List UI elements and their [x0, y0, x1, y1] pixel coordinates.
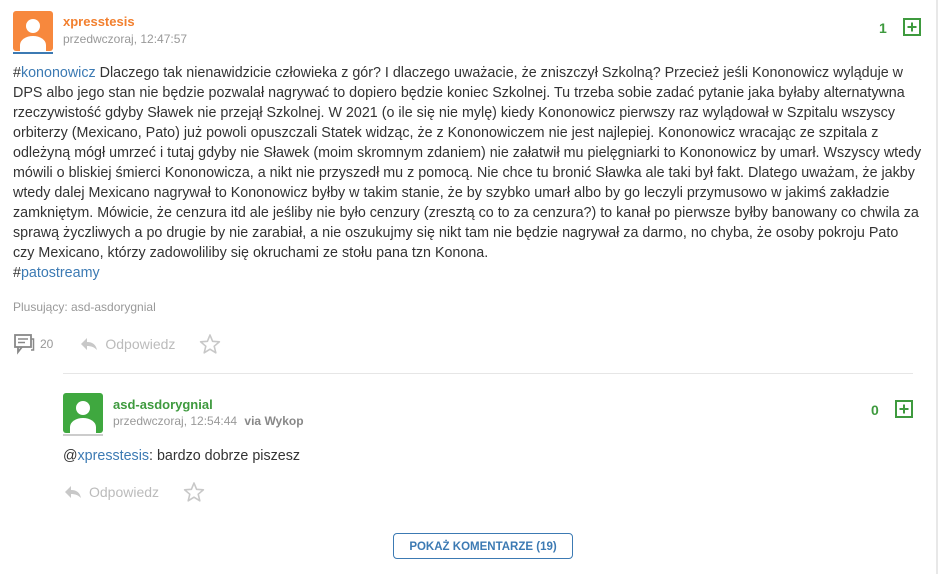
comments-count: 20 [40, 337, 54, 351]
reply-label: Odpowiedz [105, 336, 176, 352]
comment-reply-button[interactable]: Odpowiedz [63, 484, 159, 500]
via-source[interactable]: via Wykop [244, 414, 303, 428]
comment-divider [63, 373, 913, 374]
commenter-username[interactable]: asd-asdorygnial [113, 397, 213, 412]
comment-body: @xpresstesis: bardzo dobrze piszesz [63, 446, 300, 466]
commenter-avatar-underline [63, 434, 103, 436]
star-icon[interactable] [199, 333, 221, 355]
voters-list[interactable]: Plusujący: asd-asdorygnial [13, 300, 156, 314]
plus-square-icon[interactable] [895, 400, 913, 418]
show-more-comments-button[interactable]: POKAŻ KOMENTARZE (19) [393, 533, 573, 559]
comment-actions: Odpowiedz [63, 481, 205, 503]
mention-at: @ [63, 448, 78, 464]
author-username[interactable]: xpresstesis [63, 14, 135, 29]
comment-reply-label: Odpowiedz [89, 484, 160, 500]
comment-meta: przedwczoraj, 12:54:44 via Wykop [113, 414, 304, 428]
tag-hash: # [13, 65, 21, 81]
star-icon[interactable] [183, 481, 205, 503]
comments-button[interactable]: 20 [13, 333, 53, 355]
author-avatar-underline [13, 52, 53, 54]
mention-link[interactable]: xpresstesis [78, 448, 150, 464]
tag-link-patostreamy[interactable]: patostreamy [21, 265, 100, 281]
tag-link-kononowicz[interactable]: kononowicz [21, 65, 96, 81]
post-actions: 20 Odpowiedz [13, 333, 221, 355]
post-text: Dlaczego tak nienawidzicie człowieka z g… [13, 65, 922, 261]
post-timestamp: przedwczoraj, 12:47:57 [63, 32, 187, 46]
reply-arrow-icon [65, 486, 81, 498]
comments-icon [14, 334, 35, 355]
vote-count: 1 [879, 20, 887, 36]
reply-arrow-icon [81, 338, 98, 350]
comment-text: : bardzo dobrze piszesz [149, 448, 301, 464]
post-body: #kononowicz Dlaczego tak nienawidzicie c… [13, 63, 923, 283]
reply-button[interactable]: Odpowiedz [79, 336, 175, 352]
commenter-avatar[interactable] [63, 393, 103, 433]
plus-square-icon[interactable] [903, 18, 921, 36]
comment-vote-count: 0 [871, 402, 879, 418]
comment-timestamp: przedwczoraj, 12:54:44 [113, 414, 238, 428]
post-timestamp-text: przedwczoraj, 12:47:57 [63, 32, 188, 46]
tag-hash: # [13, 265, 21, 281]
author-avatar[interactable] [13, 11, 53, 51]
